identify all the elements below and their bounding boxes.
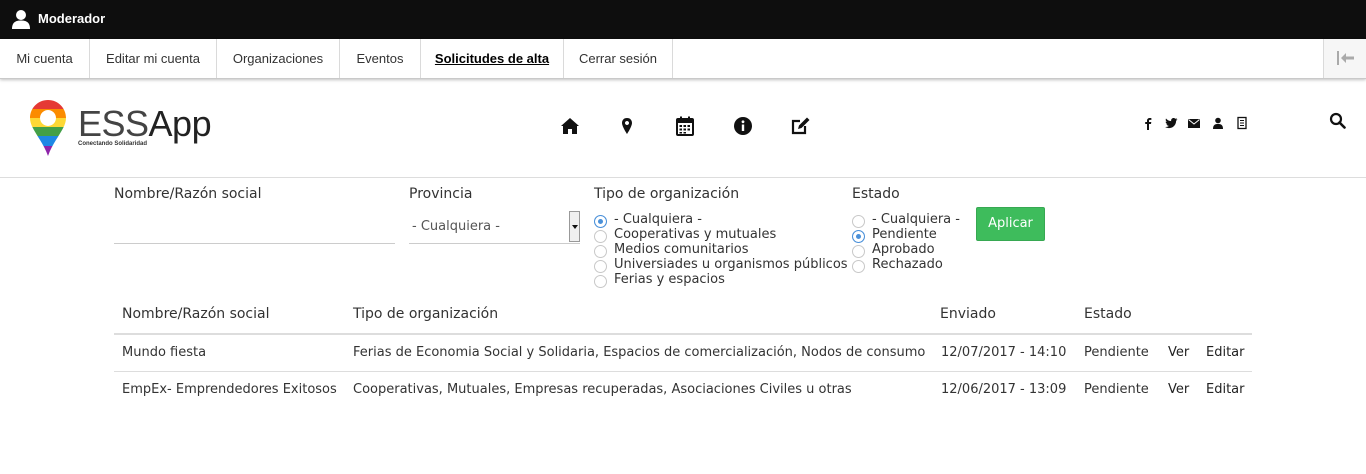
tab-eventos[interactable]: Eventos [340,39,421,78]
twitter-icon[interactable] [1164,116,1178,130]
tab-cerrar-sesion[interactable]: Cerrar sesión [564,39,673,78]
logo-app: App [148,103,212,144]
cell-status: Pendiente [1084,382,1149,397]
home-icon[interactable] [559,115,581,137]
user-role-label[interactable]: Moderador [38,11,105,26]
edit-icon[interactable] [789,115,811,137]
logo-text[interactable]: ESSApp [78,103,212,144]
name-filter-input[interactable] [114,213,395,244]
collapse-toolbar-button[interactable] [1323,39,1366,78]
user-icon[interactable] [1211,116,1225,130]
cell-type: Ferias de Economia Social y Solidaria, E… [353,345,926,360]
status-option-label: - Cualquiera - [872,212,960,227]
province-selected-value: - Cualquiera - [412,219,500,234]
status-filter-label: Estado [852,186,900,202]
status-radio[interactable] [852,260,865,273]
cell-sent: 12/06/2017 - 13:09 [941,382,1067,397]
calendar-icon[interactable] [674,115,696,137]
tab-solicitudes-de-alta[interactable]: Solicitudes de alta [421,39,564,78]
province-filter-label: Provincia [409,186,473,202]
document-icon[interactable] [1235,116,1249,130]
row-divider [114,371,1252,372]
tab-organizaciones[interactable]: Organizaciones [217,39,340,78]
column-header-status[interactable]: Estado [1084,306,1132,322]
admin-toolbar: Moderador [0,0,1366,39]
org-type-radio[interactable] [594,215,607,228]
cell-type: Cooperativas, Mutuales, Empresas recuper… [353,382,852,397]
cell-name: EmpEx- Emprendedores Exitosos [122,382,337,397]
search-icon[interactable] [1329,112,1347,130]
org-type-option-label: Universiades u organismos públicos [614,257,848,272]
cell-sent: 12/07/2017 - 14:10 [941,345,1067,360]
tab-editar-mi-cuenta[interactable]: Editar mi cuenta [90,39,217,78]
column-header-type[interactable]: Tipo de organización [353,306,498,322]
status-radio[interactable] [852,230,865,243]
org-type-option-label: Cooperativas y mutuales [614,227,777,242]
org-type-option-label: Ferias y espacios [614,272,725,287]
column-header-name[interactable]: Nombre/Razón social [122,306,270,322]
facebook-icon[interactable] [1141,116,1155,130]
status-radio[interactable] [852,245,865,258]
edit-link[interactable]: Editar [1206,345,1245,360]
view-link[interactable]: Ver [1168,382,1189,397]
status-option-label: Rechazado [872,257,943,272]
org-type-option-label: Medios comunitarios [614,242,749,257]
tab-mi-cuenta[interactable]: Mi cuenta [0,39,90,78]
edit-link[interactable]: Editar [1206,382,1245,397]
org-type-radio[interactable] [594,260,607,273]
user-icon[interactable] [11,9,31,29]
logo-ess: ESS [78,103,149,144]
province-select[interactable]: - Cualquiera - [409,211,580,244]
header-divider [114,333,1252,335]
apply-button[interactable]: Aplicar [976,207,1045,241]
account-tabbar: Mi cuenta Editar mi cuenta Organizacione… [0,39,1366,79]
chevron-down-icon[interactable] [569,211,580,242]
info-icon[interactable] [732,115,754,137]
org-type-option-label: - Cualquiera - [614,212,702,227]
org-type-radio[interactable] [594,275,607,288]
name-filter-label: Nombre/Razón social [114,186,262,202]
view-link[interactable]: Ver [1168,345,1189,360]
cell-status: Pendiente [1084,345,1149,360]
org-type-radio[interactable] [594,245,607,258]
status-radio[interactable] [852,215,865,228]
collapse-arrow-icon [1337,51,1354,65]
status-option-label: Pendiente [872,227,937,242]
cell-name: Mundo fiesta [122,345,207,360]
site-header: ESSApp Conectando Solidaridad [0,80,1366,178]
org-type-filter-label: Tipo de organización [594,186,740,202]
column-header-sent[interactable]: Enviado [940,306,996,322]
status-option-label: Aprobado [872,242,935,257]
envelope-icon[interactable] [1187,116,1201,130]
logo-pin-icon[interactable] [29,99,67,157]
logo-tagline: Conectando Solidaridad [78,141,148,147]
map-marker-icon[interactable] [616,115,638,137]
org-type-radio[interactable] [594,230,607,243]
